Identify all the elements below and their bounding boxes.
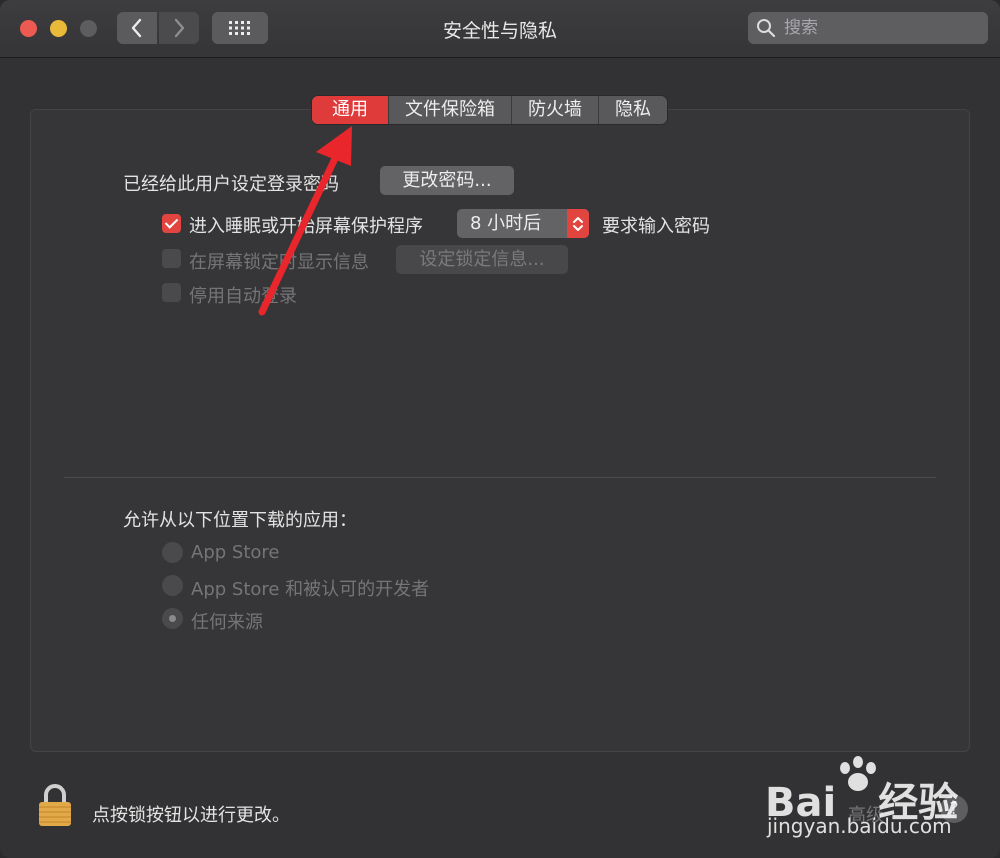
updown-arrows-icon bbox=[567, 209, 589, 238]
watermark-url: jingyan.baidu.com bbox=[767, 814, 952, 838]
change-password-button[interactable]: 更改密码... bbox=[380, 166, 514, 195]
disable-autologin-label: 停用自动登录 bbox=[189, 286, 297, 307]
lock-message-checkbox[interactable] bbox=[162, 249, 181, 268]
lock-message-label: 在屏幕锁定时显示信息 bbox=[189, 252, 369, 273]
sleep-checkbox-label: 进入睡眠或开始屏幕保护程序 bbox=[189, 216, 423, 237]
radio-anywhere[interactable] bbox=[162, 608, 183, 629]
tab-general[interactable]: 通用 bbox=[312, 96, 389, 124]
lock-button[interactable] bbox=[38, 783, 72, 831]
download-source-heading: 允许从以下位置下载的应用： bbox=[123, 510, 357, 531]
settings-panel bbox=[30, 109, 970, 752]
set-lock-message-button[interactable]: 设定锁定信息... bbox=[396, 245, 568, 274]
tab-firewall[interactable]: 防火墙 bbox=[512, 96, 599, 124]
require-password-checkbox[interactable] bbox=[162, 214, 181, 233]
tab-privacy[interactable]: 隐私 bbox=[599, 96, 667, 124]
require-password-label: 要求输入密码 bbox=[602, 216, 710, 237]
search-icon bbox=[757, 19, 776, 38]
title-bar: 安全性与隐私 bbox=[0, 0, 1000, 58]
password-status-label: 已经给此用户设定登录密码 bbox=[123, 174, 339, 195]
radio-identified-developers[interactable] bbox=[162, 575, 183, 596]
disable-autologin-checkbox[interactable] bbox=[162, 283, 181, 302]
baidu-watermark: Bai 经验 jingyan.baidu.com bbox=[765, 752, 965, 846]
preferences-window: 安全性与隐私 通用 文件保险箱 防火墙 隐私 已经给此用户设定登录密码 更改密码… bbox=[0, 0, 1000, 858]
radio-app-store[interactable] bbox=[162, 542, 183, 563]
search-input[interactable] bbox=[782, 17, 976, 39]
search-field[interactable] bbox=[748, 12, 988, 44]
tab-bar: 通用 文件保险箱 防火墙 隐私 bbox=[312, 96, 667, 124]
password-delay-value: 8 小时后 bbox=[470, 213, 542, 234]
padlock-icon bbox=[39, 784, 71, 826]
radio-app-store-label: App Store bbox=[191, 542, 280, 563]
password-delay-popup[interactable]: 8 小时后 bbox=[457, 209, 589, 238]
tab-filevault[interactable]: 文件保险箱 bbox=[389, 96, 512, 124]
section-divider bbox=[64, 477, 936, 478]
radio-anywhere-label: 任何来源 bbox=[191, 612, 263, 633]
radio-identified-developers-label: App Store 和被认可的开发者 bbox=[191, 579, 430, 600]
lock-message: 点按锁按钮以进行更改。 bbox=[92, 805, 290, 826]
